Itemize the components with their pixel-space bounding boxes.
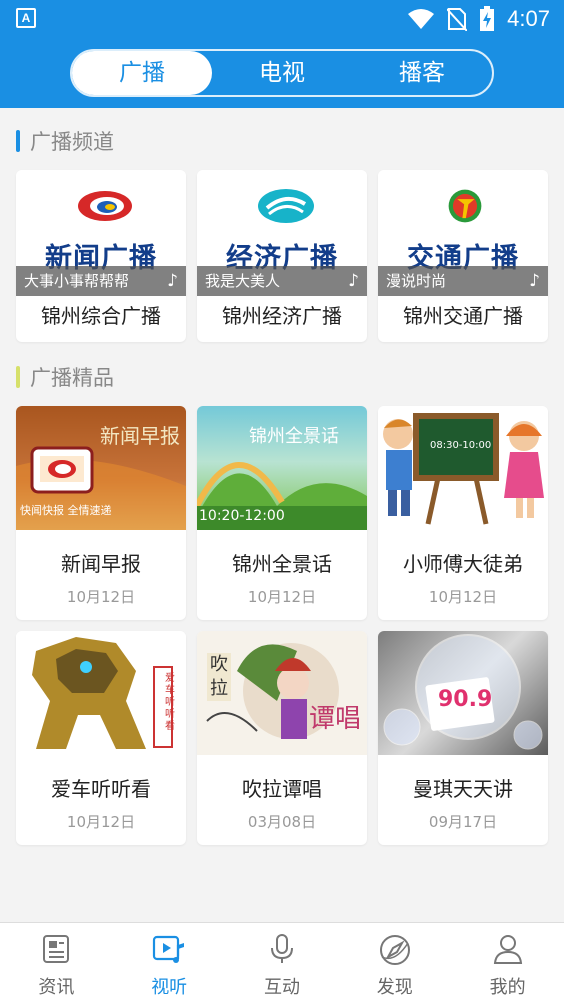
program-date: 10月12日: [66, 813, 136, 831]
program-date: 09月17日: [428, 813, 498, 831]
program-card[interactable]: 新闻早报 快闻快报 全情速递 新闻早报 10月12日: [16, 406, 186, 620]
program-card[interactable]: 锦州全景话 10:20-12:00 锦州全景话 10月12日: [197, 406, 367, 620]
now-playing-overlay: 大事小事帮帮帮 ♪: [16, 266, 186, 296]
wifi-icon: [408, 9, 435, 29]
program-art-title: 锦州全景话: [249, 426, 339, 447]
now-playing-text: 大事小事帮帮帮: [24, 272, 130, 290]
tab-broadcast[interactable]: 广播: [72, 51, 212, 95]
program-name: 新闻早报: [61, 552, 141, 576]
program-card[interactable]: 90.9 曼琪天天讲 09月17日: [378, 631, 548, 845]
music-note-icon: ♪: [167, 271, 178, 291]
music-note-icon: ♪: [348, 271, 359, 291]
media-icon: [153, 935, 185, 963]
section-title: 广播精品: [30, 366, 114, 390]
program-thumbnail: 新闻早报 快闻快报 全情速递: [16, 406, 186, 530]
program-name: 锦州全景话: [232, 552, 332, 576]
tab-discover[interactable]: 发现: [338, 923, 451, 1002]
program-art-title: 爱车听听看: [165, 673, 175, 732]
programs-section-header: 广播精品: [16, 362, 114, 392]
news-icon: [43, 935, 70, 963]
section-accent-bar: [16, 366, 20, 388]
app-notification-icon: A: [16, 8, 36, 28]
program-art-frequency: 90.9: [438, 687, 493, 712]
program-date: 10月12日: [66, 588, 136, 606]
channel-card[interactable]: 新闻广播 大事小事帮帮帮 ♪ 锦州综合广播: [16, 170, 186, 342]
bottom-tab-bar: 资讯 视听 互动 发现 我的: [0, 922, 564, 1002]
program-art-sub: 谭唱: [308, 704, 361, 734]
channels-section-header: 广播频道: [16, 126, 114, 156]
channel-logo-art: 新闻广播 大事小事帮帮帮 ♪: [16, 170, 186, 296]
channel-logo-art: 经济广播 我是大美人 ♪: [197, 170, 367, 296]
program-date: 10月12日: [247, 588, 317, 606]
status-bar: A 4:07: [0, 0, 564, 38]
tab-podcast[interactable]: 播客: [352, 51, 492, 95]
clock: 4:07: [507, 6, 550, 31]
program-card[interactable]: 吹拉 谭唱 吹拉谭唱 03月08日: [197, 631, 367, 845]
tab-label: 互动: [263, 977, 300, 998]
tab-tv[interactable]: 电视: [212, 51, 352, 95]
program-art-title: 吹拉: [207, 653, 231, 701]
music-note-icon: ♪: [529, 271, 540, 291]
channel-name: 锦州经济广播: [222, 304, 342, 328]
channel-card[interactable]: 经济广播 我是大美人 ♪ 锦州经济广播: [197, 170, 367, 342]
program-art-title: 新闻早报: [100, 424, 180, 448]
tab-label: 资讯: [38, 977, 75, 998]
top-bar: 广播 电视 播客: [0, 38, 564, 108]
section-title: 广播频道: [30, 130, 114, 154]
program-thumbnail: 爱车听听看: [16, 631, 186, 755]
battery-charging-icon: [480, 6, 495, 31]
microphone-icon: [270, 934, 293, 963]
station-logo-icon: [78, 191, 132, 221]
program-art-slogan: 快闻快报 全情速递: [20, 504, 112, 517]
tab-news[interactable]: 资讯: [0, 923, 113, 1002]
user-icon: [493, 935, 522, 964]
program-art-time: 08:30-10:00: [430, 440, 492, 451]
program-thumbnail: 90.9: [378, 631, 548, 755]
program-art-time: 10:20-12:00: [199, 508, 285, 524]
section-accent-bar: [16, 130, 20, 152]
program-name: 曼琪天天讲: [413, 777, 513, 801]
now-playing-overlay: 我是大美人 ♪: [197, 266, 367, 296]
station-logo-icon: [258, 189, 314, 223]
tab-profile[interactable]: 我的: [451, 923, 564, 1002]
program-thumbnail: 08:30-10:00: [378, 406, 548, 530]
tab-media[interactable]: 视听: [113, 923, 226, 1002]
program-name: 爱车听听看: [51, 777, 151, 801]
tab-label: 我的: [489, 977, 526, 998]
now-playing-overlay: 漫说时尚 ♪: [378, 266, 548, 296]
tab-label: 发现: [376, 977, 413, 998]
compass-icon: [379, 935, 410, 965]
program-name: 小师傅大徒弟: [403, 552, 523, 576]
channel-name: 锦州交通广播: [403, 304, 523, 328]
program-date: 03月08日: [247, 813, 317, 831]
program-date: 10月12日: [428, 588, 498, 606]
channel-card[interactable]: 交通广播 漫说时尚 ♪ 锦州交通广播: [378, 170, 548, 342]
tab-label: 视听: [151, 977, 188, 998]
program-name: 吹拉谭唱: [242, 777, 322, 801]
program-card[interactable]: 爱车听听看 爱车听听看 10月12日: [16, 631, 186, 845]
program-thumbnail: 吹拉 谭唱: [197, 631, 367, 755]
station-logo-icon: [448, 189, 482, 223]
no-sim-icon: [447, 8, 468, 31]
now-playing-text: 我是大美人: [205, 272, 281, 290]
program-card[interactable]: 08:30-10:00 小师傅大徒弟 10月12日: [378, 406, 548, 620]
tab-interact[interactable]: 互动: [226, 923, 339, 1002]
program-thumbnail: 锦州全景话 10:20-12:00: [197, 406, 367, 530]
category-switcher: 广播 电视 播客: [70, 49, 494, 97]
channel-logo-art: 交通广播 漫说时尚 ♪: [378, 170, 548, 296]
now-playing-text: 漫说时尚: [386, 272, 447, 290]
channel-name: 锦州综合广播: [41, 304, 161, 328]
